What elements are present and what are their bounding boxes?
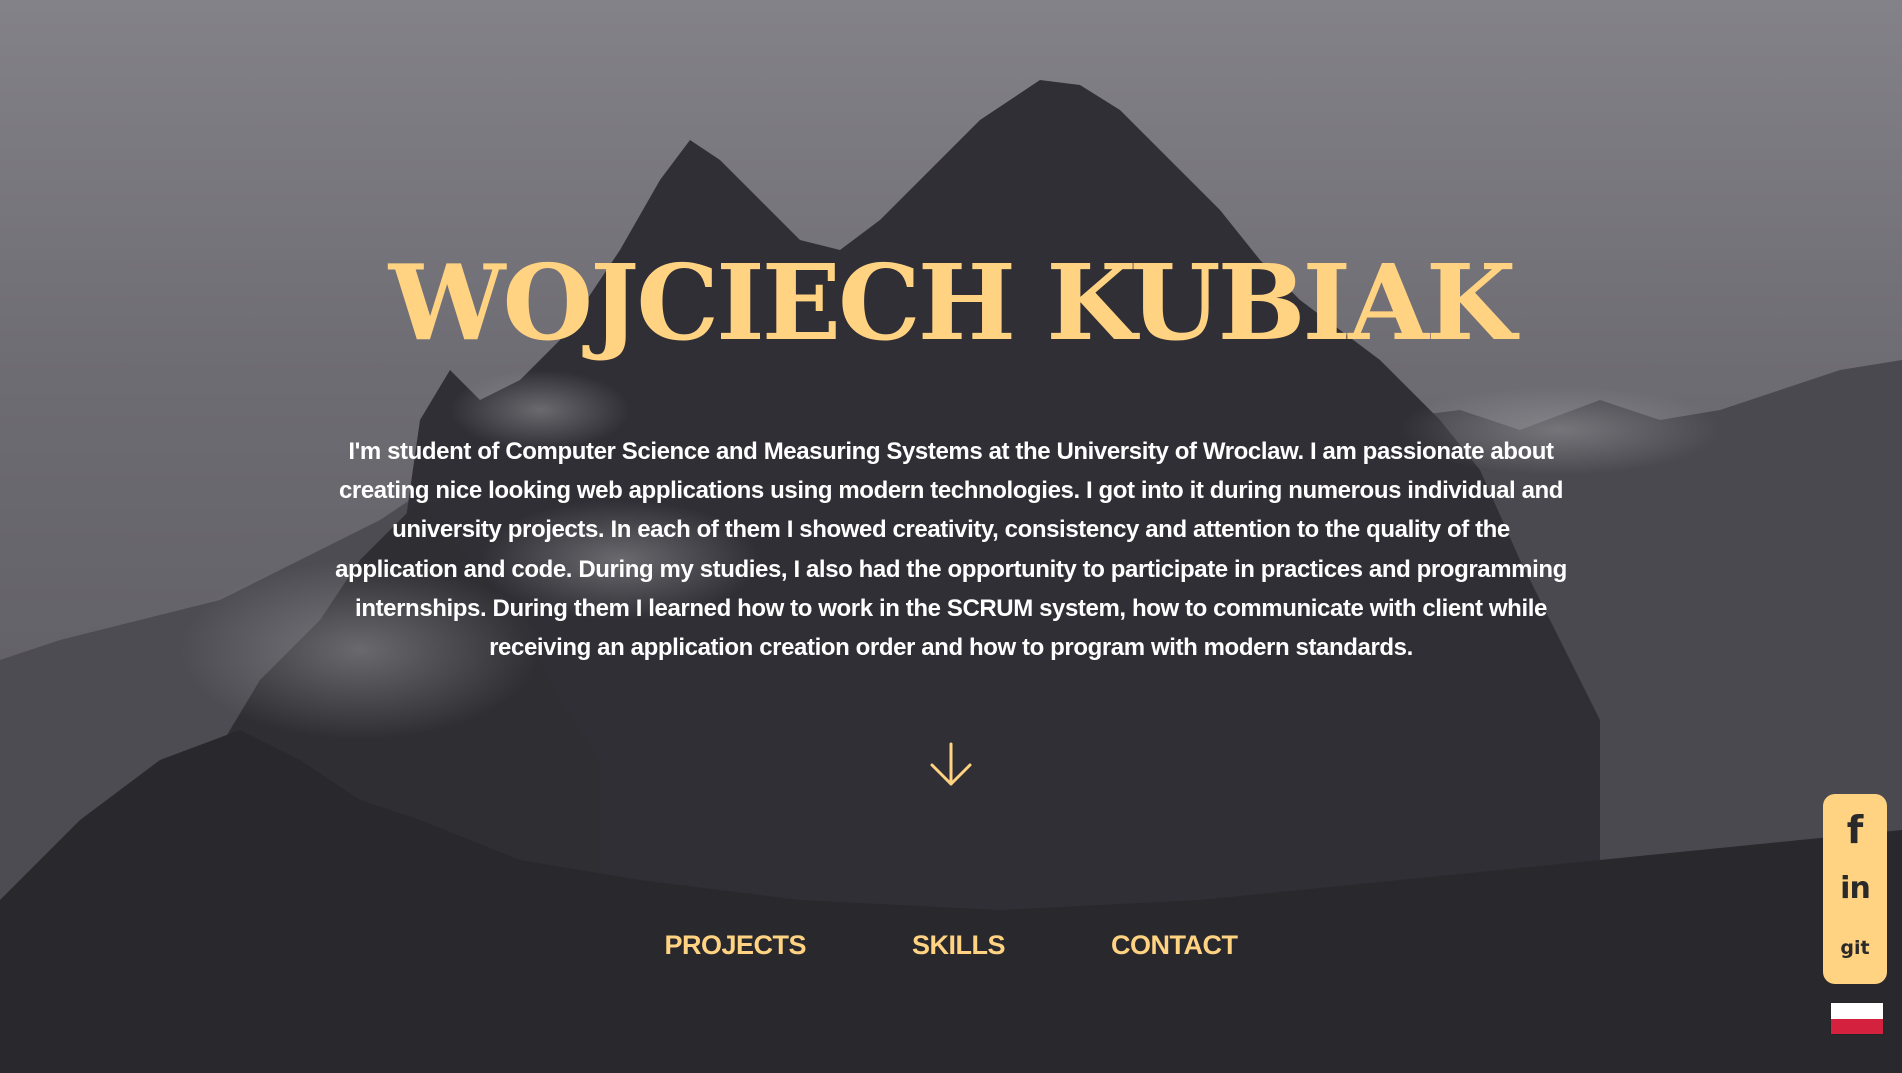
linkedin-icon[interactable]: in (1831, 864, 1879, 914)
hero-title: WOJCIECH KUBIAK (388, 241, 1517, 364)
main-nav: PROJECTS SKILLS CONTACT (0, 930, 1902, 961)
arrow-down-glyph (930, 742, 972, 786)
arrow-down-icon[interactable] (928, 742, 974, 788)
nav-link-skills[interactable]: SKILLS (912, 930, 1006, 961)
git-icon[interactable]: git (1831, 923, 1879, 973)
hero-section: WOJCIECH KUBIAK I'm student of Computer … (0, 0, 1902, 1073)
nav-link-contact[interactable]: CONTACT (1111, 930, 1238, 961)
hero-bio: I'm student of Computer Science and Meas… (335, 438, 1567, 662)
flag-white-stripe (1831, 1003, 1883, 1019)
facebook-icon[interactable]: f (1831, 805, 1879, 855)
flag-red-stripe (1831, 1018, 1883, 1034)
poland-flag-icon[interactable] (1831, 1003, 1883, 1034)
nav-link-projects[interactable]: PROJECTS (664, 930, 806, 961)
social-links-panel: f in git (1823, 794, 1887, 984)
